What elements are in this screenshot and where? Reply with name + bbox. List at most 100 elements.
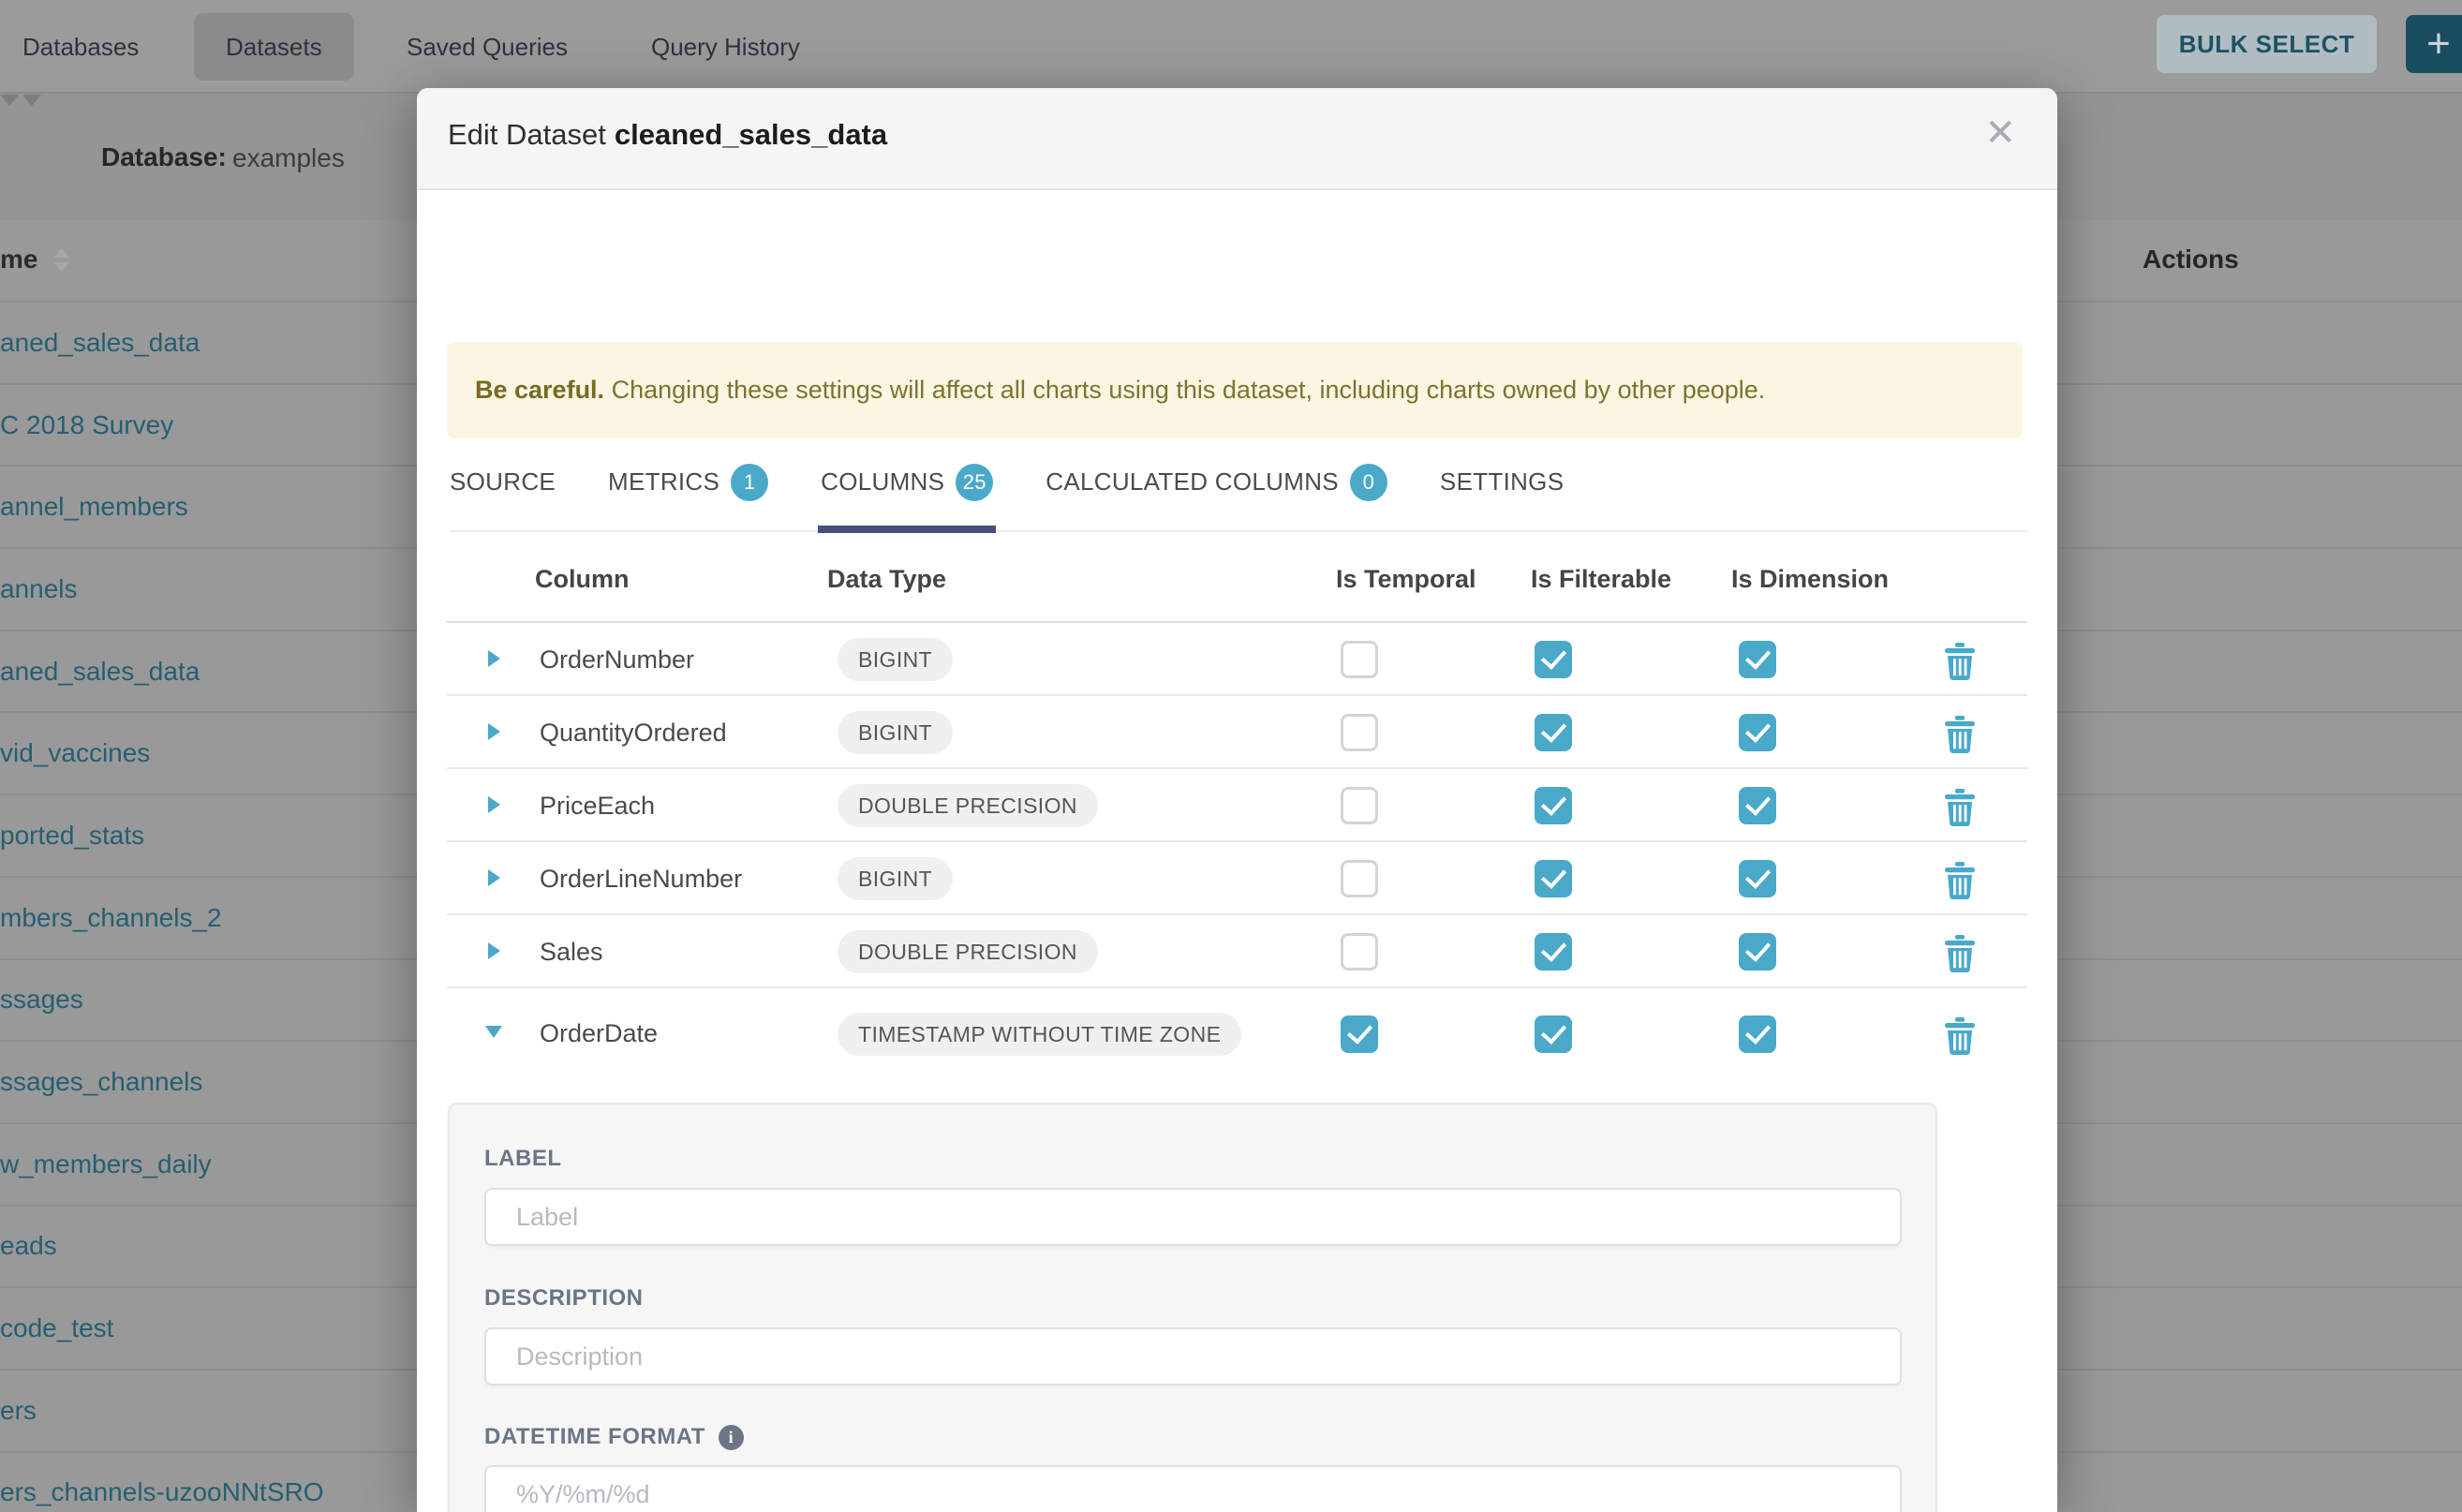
is-filterable-checkbox[interactable] [1535, 641, 1572, 678]
dataset-link[interactable]: w_members_daily [0, 1149, 212, 1179]
chevron-down-icon[interactable] [22, 95, 41, 106]
tab-count-badge: 1 [731, 464, 768, 501]
dataset-link[interactable]: aned_sales_data [0, 328, 200, 358]
dataset-link[interactable]: code_test [0, 1313, 113, 1343]
top-nav: Databases Datasets Saved QueriesQuery Hist… [0, 0, 2462, 94]
dataset-link[interactable]: ers [0, 1396, 37, 1426]
close-icon[interactable]: ✕ [1984, 114, 2016, 152]
datetime-format-input[interactable] [484, 1465, 1902, 1512]
tab-columns[interactable]: COLUMNS25 [821, 433, 993, 531]
tab-calculated-columns[interactable]: CALCULATED COLUMNS0 [1046, 433, 1387, 531]
column-row-orderlinenumber: OrderLineNumberBIGINT [447, 842, 2027, 915]
bulk-select-button[interactable]: BULK SELECT [2157, 15, 2377, 73]
column-row-orderdate: OrderDateTIMESTAMP WITHOUT TIME ZONE [447, 988, 2027, 1082]
add-dataset-button[interactable]: + [2406, 15, 2462, 73]
is-dimension-checkbox[interactable] [1739, 933, 1776, 971]
caret-right-icon[interactable] [488, 796, 500, 813]
column-row-quantityordered: QuantityOrderedBIGINT [447, 696, 2027, 769]
column-name: QuantityOrdered [540, 719, 727, 748]
tab-count-badge: 25 [956, 464, 993, 501]
label-input[interactable] [484, 1188, 1902, 1246]
dataset-link[interactable]: mbers_channels_2 [0, 903, 222, 933]
is-temporal-checkbox[interactable] [1341, 860, 1378, 897]
is-filterable-checkbox[interactable] [1535, 860, 1572, 897]
warning-text: Changing these settings will affect all … [604, 376, 1765, 404]
trash-icon[interactable] [1944, 643, 1976, 685]
dataset-link[interactable]: annels [0, 574, 78, 604]
tab-metrics[interactable]: METRICS1 [608, 433, 768, 531]
is-temporal-checkbox[interactable] [1341, 1015, 1378, 1053]
database-filter-label: Database: [101, 142, 227, 172]
database-filter-value[interactable]: examples [232, 143, 345, 173]
nav-item-datasets[interactable]: Datasets [194, 13, 354, 81]
warning-banner: Be careful. Changing these settings will… [447, 342, 2023, 438]
is-filterable-checkbox[interactable] [1535, 787, 1572, 824]
nav-item-query-history[interactable]: Query History [619, 0, 832, 94]
is-temporal-header: Is Temporal [1336, 565, 1476, 594]
label-field-label: LABEL [484, 1146, 562, 1172]
trash-icon[interactable] [1944, 789, 1976, 831]
trash-icon[interactable] [1944, 862, 1976, 904]
dataset-link[interactable]: vid_vaccines [0, 738, 150, 768]
trash-icon[interactable] [1944, 935, 1976, 977]
nav-item-databases[interactable]: Databases [0, 0, 171, 94]
data-type-pill: DOUBLE PRECISION [838, 784, 1098, 827]
is-filterable-header: Is Filterable [1531, 565, 1671, 594]
caret-right-icon[interactable] [488, 942, 500, 959]
column-row-ordernumber: OrderNumber BIGINT [447, 623, 2027, 696]
is-temporal-checkbox[interactable] [1341, 787, 1378, 824]
caret-right-icon[interactable] [488, 723, 500, 740]
dataset-link[interactable]: annel_members [0, 492, 188, 522]
is-dimension-checkbox[interactable] [1739, 787, 1776, 824]
column-name: Sales [540, 938, 603, 967]
column-row-priceeach: PriceEach DOUBLE PRECISION [447, 769, 2027, 842]
is-temporal-checkbox[interactable] [1341, 714, 1378, 751]
is-temporal-checkbox[interactable] [1341, 641, 1378, 678]
columns-table-header: Column Data Type Is Temporal Is Filterab… [447, 542, 2027, 623]
is-filterable-checkbox[interactable] [1535, 714, 1572, 751]
dataset-link[interactable]: ssages_channels [0, 1067, 202, 1097]
trash-icon[interactable] [1944, 1017, 1976, 1060]
columns-table-rows: OrderNumberBIGINTQuantityOrderedBIGINTPr… [447, 623, 2027, 1082]
dataset-link[interactable]: ported_stats [0, 821, 144, 851]
nav-item-saved-queries[interactable]: Saved Queries [375, 0, 600, 94]
dataset-link[interactable]: C 2018 Survey [0, 410, 173, 440]
is-dimension-header: Is Dimension [1731, 565, 1889, 594]
datetime-format-field-label: DATETIME FORMAT i [484, 1424, 744, 1450]
is-dimension-checkbox[interactable] [1739, 1015, 1776, 1053]
caret-right-icon[interactable] [488, 650, 500, 667]
is-dimension-checkbox[interactable] [1739, 714, 1776, 751]
caret-right-icon[interactable] [488, 869, 500, 886]
name-column-header[interactable]: me [0, 245, 37, 274]
dataset-link[interactable]: aned_sales_data [0, 657, 200, 687]
dataset-link[interactable]: eads [0, 1231, 57, 1261]
data-type-pill: BIGINT [838, 638, 953, 681]
column-name: OrderNumber [540, 645, 694, 674]
description-input[interactable] [484, 1327, 1902, 1386]
is-dimension-checkbox[interactable] [1739, 860, 1776, 897]
modal-title: Edit Dataset cleaned_sales_data [448, 118, 887, 152]
data-type-pill: DOUBLE PRECISION [838, 930, 1098, 973]
dataset-link[interactable]: ssages [0, 985, 83, 1015]
column-row-sales: Sales DOUBLE PRECISION [447, 915, 2027, 988]
modal-title-dataset-name: cleaned_sales_data [615, 118, 887, 151]
trash-icon[interactable] [1944, 716, 1976, 758]
column-name: PriceEach [540, 792, 655, 821]
data-type-header: Data Type [827, 565, 946, 594]
is-filterable-checkbox[interactable] [1535, 1015, 1572, 1053]
modal-tabs: SOURCE METRICS1 COLUMNS25 CALCULATED COLUMN… [450, 434, 2027, 532]
column-name: OrderDate [540, 1019, 658, 1048]
tab-source[interactable]: SOURCE [450, 433, 556, 531]
caret-down-icon[interactable] [485, 1026, 502, 1038]
column-editor-panel: LABEL DESCRIPTION DATETIME FORMAT i [448, 1103, 1937, 1512]
is-filterable-checkbox[interactable] [1535, 933, 1572, 971]
is-dimension-checkbox[interactable] [1739, 641, 1776, 678]
info-icon[interactable]: i [719, 1425, 744, 1450]
chevron-down-icon[interactable] [0, 95, 19, 106]
tab-settings[interactable]: SETTINGS [1440, 433, 1564, 531]
sort-icon[interactable] [54, 248, 69, 272]
is-temporal-checkbox[interactable] [1341, 933, 1378, 971]
data-type-pill: BIGINT [838, 857, 953, 900]
modal-title-prefix: Edit Dataset [448, 118, 606, 151]
dataset-link[interactable]: ers_channels-uzooNNtSRO [0, 1477, 324, 1507]
